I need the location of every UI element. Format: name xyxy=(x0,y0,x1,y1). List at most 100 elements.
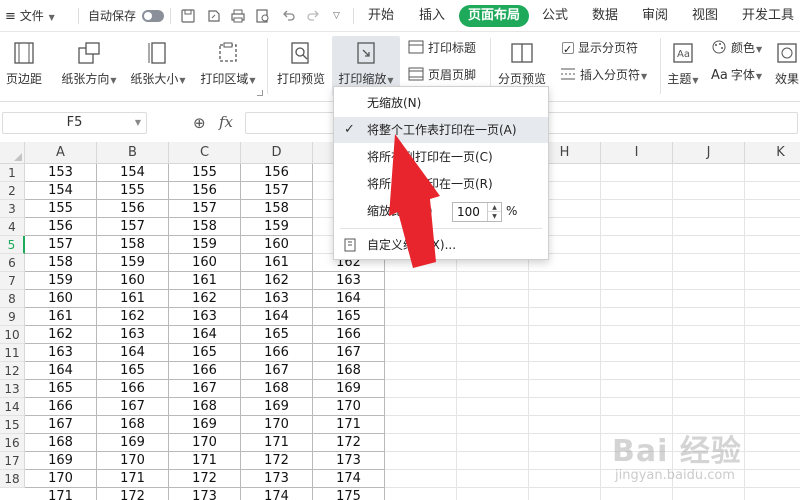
cell[interactable]: 170 xyxy=(241,416,313,434)
row-header-4[interactable]: 4 xyxy=(0,218,25,236)
row-header-10[interactable]: 10 xyxy=(0,326,25,344)
cell[interactable]: 173 xyxy=(313,452,385,470)
name-box[interactable]: F5 ▼ xyxy=(2,112,147,134)
fonts-button[interactable]: Aa 字体▼ xyxy=(711,65,762,85)
row-header-2[interactable]: 2 xyxy=(0,182,25,200)
cell[interactable]: 160 xyxy=(97,272,169,290)
cell[interactable]: 160 xyxy=(241,236,313,254)
cell[interactable]: 165 xyxy=(241,326,313,344)
column-header-b[interactable]: B xyxy=(97,142,169,164)
cell[interactable]: 157 xyxy=(25,236,97,254)
undo-icon[interactable] xyxy=(281,8,297,24)
tab-home[interactable]: 开始 xyxy=(368,0,394,32)
cell[interactable]: 159 xyxy=(169,236,241,254)
cell[interactable]: 162 xyxy=(241,272,313,290)
cell[interactable]: 163 xyxy=(313,272,385,290)
cell[interactable]: 163 xyxy=(97,326,169,344)
cell[interactable]: 160 xyxy=(25,290,97,308)
cell[interactable]: 158 xyxy=(25,254,97,272)
tab-formulas[interactable]: 公式 xyxy=(542,0,568,32)
column-header-c[interactable]: C xyxy=(169,142,241,164)
show-page-breaks-checkbox[interactable]: 显示分页符 xyxy=(562,38,638,60)
cell[interactable]: 158 xyxy=(241,200,313,218)
cell[interactable]: 171 xyxy=(97,470,169,488)
row-header-7[interactable]: 7 xyxy=(0,272,25,290)
cell[interactable]: 161 xyxy=(25,308,97,326)
cell[interactable]: 167 xyxy=(313,344,385,362)
cell[interactable]: 156 xyxy=(25,218,97,236)
header-footer-button[interactable]: 页眉页脚 xyxy=(408,65,476,85)
cell[interactable]: 166 xyxy=(313,326,385,344)
cell[interactable]: 167 xyxy=(25,416,97,434)
cell[interactable]: 169 xyxy=(241,398,313,416)
row-header-5[interactable]: 5 xyxy=(0,236,25,254)
cell[interactable]: 156 xyxy=(97,200,169,218)
row-header-13[interactable]: 13 xyxy=(0,380,25,398)
tab-insert[interactable]: 插入 xyxy=(419,0,445,32)
column-header-j[interactable]: J xyxy=(673,142,745,164)
cell[interactable]: 174 xyxy=(241,488,313,500)
cell[interactable]: 168 xyxy=(25,434,97,452)
cell[interactable]: 174 xyxy=(313,470,385,488)
cell[interactable]: 162 xyxy=(97,308,169,326)
orientation-button[interactable]: 纸张方向▼ xyxy=(56,36,122,96)
cell[interactable]: 173 xyxy=(169,488,241,500)
cell[interactable]: 171 xyxy=(25,488,97,500)
row-header-14[interactable]: 14 xyxy=(0,398,25,416)
scale-spinner[interactable]: 100 ▲ ▼ xyxy=(452,202,502,222)
menu-item-no-scaling[interactable]: 无缩放(N) xyxy=(334,90,548,116)
cell[interactable]: 161 xyxy=(97,290,169,308)
cell[interactable]: 157 xyxy=(169,200,241,218)
column-header-a[interactable]: A xyxy=(25,142,97,164)
cell[interactable]: 154 xyxy=(97,164,169,182)
redo-icon[interactable] xyxy=(305,8,321,24)
cell[interactable]: 159 xyxy=(97,254,169,272)
cell[interactable]: 159 xyxy=(241,218,313,236)
select-all-corner[interactable] xyxy=(0,142,25,164)
scale-value[interactable]: 100 xyxy=(457,203,480,221)
cell[interactable]: 172 xyxy=(241,452,313,470)
cell[interactable]: 165 xyxy=(169,344,241,362)
cell[interactable]: 160 xyxy=(169,254,241,272)
cell[interactable]: 158 xyxy=(169,218,241,236)
cell[interactable]: 168 xyxy=(97,416,169,434)
cell[interactable]: 169 xyxy=(313,380,385,398)
cell[interactable]: 163 xyxy=(241,290,313,308)
cell[interactable]: 171 xyxy=(169,452,241,470)
cell[interactable]: 166 xyxy=(25,398,97,416)
cell[interactable]: 169 xyxy=(97,434,169,452)
row-header-18[interactable]: 18 xyxy=(0,470,25,488)
cell[interactable]: 162 xyxy=(169,290,241,308)
cell[interactable]: 170 xyxy=(169,434,241,452)
cell[interactable]: 171 xyxy=(313,416,385,434)
spinner-down-icon[interactable]: ▼ xyxy=(488,212,501,221)
tab-data[interactable]: 数据 xyxy=(592,0,618,32)
row-header-1[interactable]: 1 xyxy=(0,164,25,182)
cell[interactable]: 164 xyxy=(97,344,169,362)
menu-item-fit-sheet[interactable]: ✓ 将整个工作表打印在一页(A) xyxy=(334,117,548,143)
row-header-3[interactable]: 3 xyxy=(0,200,25,218)
cell[interactable]: 156 xyxy=(241,164,313,182)
cell[interactable]: 166 xyxy=(241,344,313,362)
cell[interactable]: 165 xyxy=(25,380,97,398)
column-header-d[interactable]: D xyxy=(241,142,313,164)
cell[interactable]: 168 xyxy=(169,398,241,416)
cell[interactable]: 172 xyxy=(169,470,241,488)
cell[interactable]: 163 xyxy=(25,344,97,362)
cell[interactable]: 153 xyxy=(25,164,97,182)
row-header-9[interactable]: 9 xyxy=(0,308,25,326)
cell[interactable]: 159 xyxy=(25,272,97,290)
theme-button[interactable]: Aa 主题▼ xyxy=(664,36,702,96)
cell[interactable]: 165 xyxy=(97,362,169,380)
cell[interactable]: 167 xyxy=(97,398,169,416)
page-setup-launcher-icon[interactable] xyxy=(257,90,263,96)
cell[interactable]: 166 xyxy=(169,362,241,380)
spinner-up-icon[interactable]: ▲ xyxy=(488,203,501,212)
tab-page-layout[interactable]: 页面布局 xyxy=(459,5,530,27)
menu-item-fit-columns[interactable]: 将所有列打印在一页(C) xyxy=(334,144,548,170)
colors-button[interactable]: 颜色▼ xyxy=(711,38,762,58)
paper-size-button[interactable]: 纸张大小▼ xyxy=(125,36,191,96)
cell[interactable]: 173 xyxy=(241,470,313,488)
menu-item-fit-rows[interactable]: 将所有行打印在一页(R) xyxy=(334,171,548,197)
print-preview-icon[interactable] xyxy=(255,8,271,24)
